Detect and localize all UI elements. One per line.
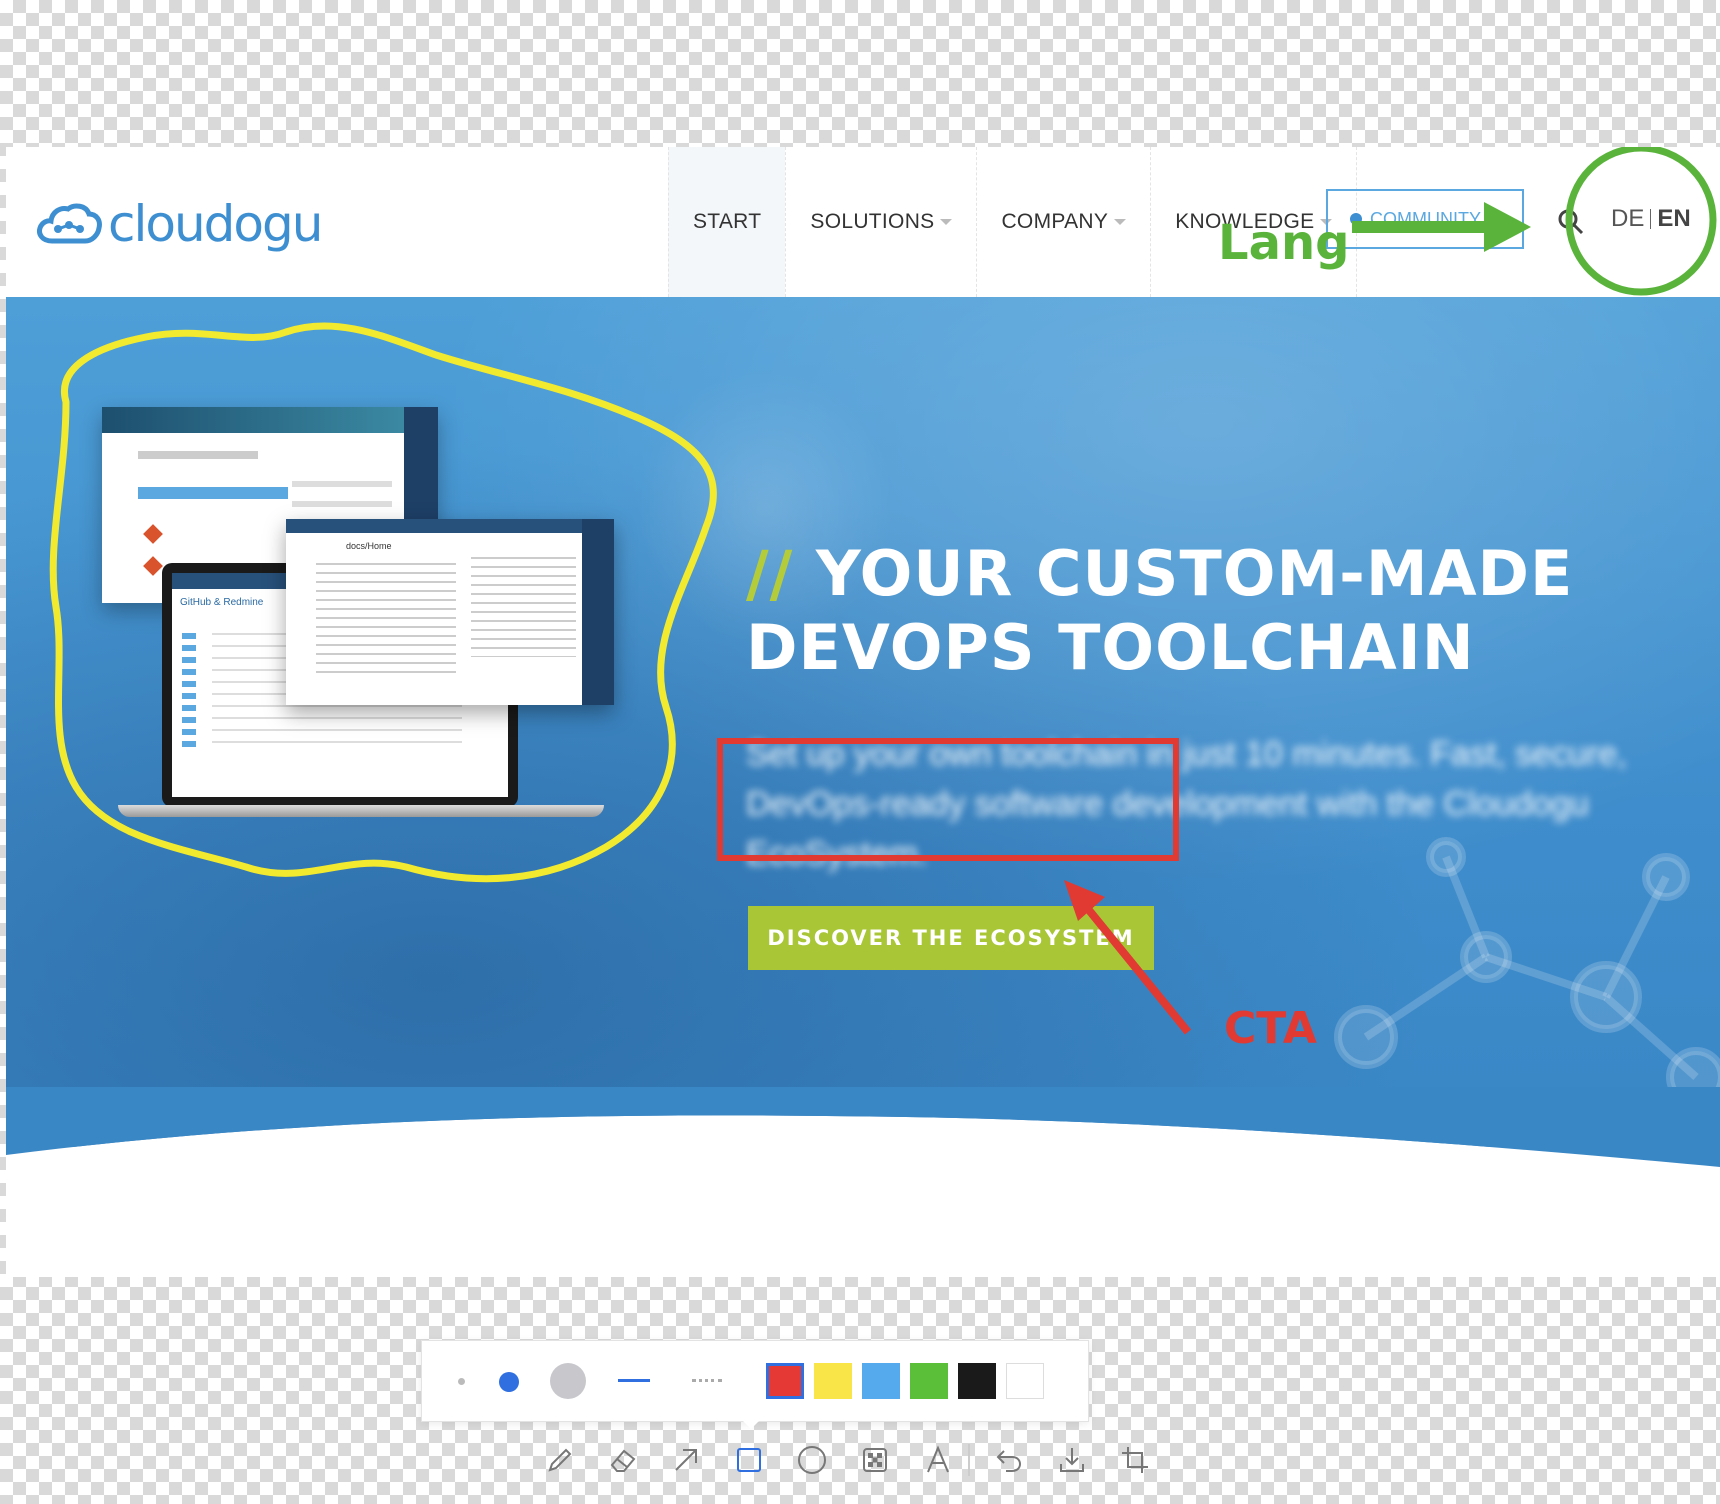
discover-ecosystem-button[interactable]: DISCOVER THE ECOSYSTEM xyxy=(748,906,1154,970)
stroke-medium-icon[interactable] xyxy=(499,1372,519,1392)
stroke-large-icon[interactable] xyxy=(550,1363,586,1399)
nav-start-label: START xyxy=(693,210,762,233)
search-icon[interactable] xyxy=(1556,207,1586,237)
download-icon[interactable] xyxy=(1052,1440,1092,1480)
docs-window-screenshot: docs/Home xyxy=(286,519,614,705)
color-green-swatch[interactable] xyxy=(910,1363,948,1399)
tool-row xyxy=(540,1440,1190,1490)
toolbar-divider xyxy=(968,1444,970,1476)
lang-separator xyxy=(1650,209,1652,229)
nav-community[interactable]: COMMUNITY xyxy=(1326,189,1524,249)
text-icon[interactable] xyxy=(918,1440,958,1480)
community-dot-icon xyxy=(1350,213,1362,225)
color-black-swatch[interactable] xyxy=(958,1363,996,1399)
mosaic-icon[interactable] xyxy=(855,1440,895,1480)
solid-line-icon[interactable] xyxy=(618,1379,650,1382)
color-blue-swatch[interactable] xyxy=(862,1363,900,1399)
color-white-swatch[interactable] xyxy=(1006,1363,1044,1399)
dashed-line-icon[interactable] xyxy=(692,1379,722,1382)
site-header: cloudogu START SOLUTIONS COMPANY KNOWLED… xyxy=(6,147,1720,297)
crop-icon[interactable] xyxy=(1115,1440,1155,1480)
chevron-down-icon xyxy=(1114,219,1127,225)
lang-en[interactable]: EN xyxy=(1657,205,1690,233)
color-red-swatch[interactable] xyxy=(766,1363,804,1399)
screenshot-canvas: cloudogu START SOLUTIONS COMPANY KNOWLED… xyxy=(6,147,1720,1277)
hero-section: GitHub & Redmine docs/Home // YOUR CUSTO… xyxy=(6,297,1720,1147)
arrow-icon[interactable] xyxy=(666,1440,706,1480)
headline-line-1: YOUR CUSTOM-MADE xyxy=(815,537,1574,610)
language-switcher: DE EN xyxy=(1611,205,1691,233)
hero-subtext: Set up your own toolchain in just 10 min… xyxy=(746,735,1627,873)
color-yellow-swatch[interactable] xyxy=(814,1363,852,1399)
cloud-logo-icon xyxy=(37,203,102,244)
lang-de[interactable]: DE xyxy=(1611,205,1644,233)
hero-wave-divider xyxy=(6,1087,1720,1277)
stroke-small-icon[interactable] xyxy=(458,1378,465,1385)
nav-community-label: COMMUNITY xyxy=(1370,208,1481,229)
rectangle-icon[interactable] xyxy=(729,1440,769,1480)
nav-start[interactable]: START xyxy=(668,147,786,297)
headline-line-2: DEVOPS TOOLCHAIN xyxy=(746,611,1475,684)
circle-icon[interactable] xyxy=(792,1440,832,1480)
lang-annotation-label: Lang xyxy=(1218,215,1350,271)
chevron-down-icon xyxy=(940,219,953,225)
annotation-toolbar xyxy=(421,1340,1089,1422)
hero-headline: // YOUR CUSTOM-MADE DEVOPS TOOLCHAIN xyxy=(746,537,1573,685)
pencil-icon[interactable] xyxy=(540,1440,580,1480)
nav-solutions[interactable]: SOLUTIONS xyxy=(785,147,976,297)
cta-annotation-label: CTA xyxy=(1224,1003,1317,1054)
cloudogu-logo[interactable]: cloudogu xyxy=(36,195,323,253)
eraser-icon[interactable] xyxy=(603,1440,643,1480)
undo-icon[interactable] xyxy=(989,1440,1029,1480)
nav-solutions-label: SOLUTIONS xyxy=(810,210,935,233)
toolbar-pointer xyxy=(740,1418,762,1429)
logo-text: cloudogu xyxy=(108,195,323,253)
nav-company[interactable]: COMPANY xyxy=(976,147,1150,297)
nav-company-label: COMPANY xyxy=(1001,210,1109,233)
headline-slashes: // xyxy=(746,537,794,610)
laptop-base xyxy=(118,805,604,817)
